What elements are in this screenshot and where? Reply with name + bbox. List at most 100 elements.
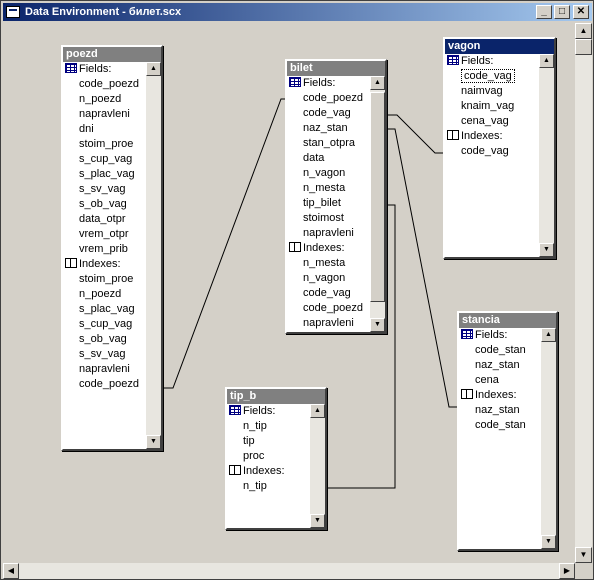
close-button[interactable]: ✕ [573, 5, 589, 19]
index-item[interactable]: code_vag [445, 144, 539, 159]
index-item[interactable]: naz_stan [459, 403, 541, 418]
field-item[interactable]: tip_bilet [287, 196, 370, 211]
table-stancia-list[interactable]: Fields: code_stan naz_stan cena Indexes: naz_… [459, 328, 541, 549]
scroll-up-icon[interactable]: ▲ [541, 328, 556, 342]
table-tip-b[interactable]: tip_b Fields: n_tip tip proc Indexes: n_tip ▲… [225, 387, 327, 530]
fields-header[interactable]: Fields: [287, 76, 370, 91]
field-item[interactable]: n_tip [227, 419, 310, 434]
maximize-button[interactable]: □ [554, 5, 570, 19]
scroll-down-icon[interactable]: ▼ [146, 435, 161, 449]
table-stancia-title[interactable]: stancia [459, 313, 556, 328]
scroll-down-icon[interactable]: ▼ [310, 514, 325, 528]
field-item[interactable]: naz_stan [459, 358, 541, 373]
table-poezd-scrollbar[interactable]: ▲ ▼ [146, 62, 161, 449]
field-item[interactable]: stoim_proe [63, 137, 146, 152]
indexes-header[interactable]: Indexes: [287, 241, 370, 256]
fields-header[interactable]: Fields: [227, 404, 310, 419]
indexes-header[interactable]: Indexes: [227, 464, 310, 479]
table-stancia[interactable]: stancia Fields: code_stan naz_stan cena Inde… [457, 311, 558, 551]
scroll-down-icon[interactable]: ▼ [539, 243, 554, 257]
field-item[interactable]: code_poezd [63, 77, 146, 92]
field-item[interactable]: code_stan [459, 343, 541, 358]
field-item[interactable]: vrem_prib [63, 242, 146, 257]
index-item[interactable]: n_vagon [287, 271, 370, 286]
field-item[interactable]: stoimost [287, 211, 370, 226]
field-item[interactable]: n_mesta [287, 181, 370, 196]
table-bilet[interactable]: bilet Fields: code_poezd code_vag naz_stan s… [285, 59, 387, 334]
field-item[interactable]: napravleni [63, 107, 146, 122]
indexes-header[interactable]: Indexes: [63, 257, 146, 272]
indexes-header[interactable]: Indexes: [445, 129, 539, 144]
index-item[interactable]: n_poezd [63, 287, 146, 302]
field-item[interactable]: s_ob_vag [63, 197, 146, 212]
index-item[interactable]: code_vag [287, 286, 370, 301]
table-vagon-title[interactable]: vagon [445, 39, 554, 54]
table-poezd-list[interactable]: Fields: code_poezd n_poezd napravleni dni sto… [63, 62, 146, 449]
field-item[interactable]: tip [227, 434, 310, 449]
size-grip[interactable] [575, 563, 592, 579]
designer-canvas[interactable]: poezd Fields: code_poezd n_poezd napravleni… [3, 23, 575, 563]
field-item[interactable]: s_cup_vag [63, 152, 146, 167]
window-horizontal-scrollbar[interactable]: ◀ ▶ [3, 563, 575, 579]
field-item[interactable]: knaim_vag [445, 99, 539, 114]
indexes-header[interactable]: Indexes: [459, 388, 541, 403]
table-vagon[interactable]: vagon Fields: code_vag naimvag knaim_vag cen… [443, 37, 556, 259]
fields-header[interactable]: Fields: [445, 54, 539, 69]
title-bar[interactable]: Data Environment - билет.scx _ □ ✕ [3, 3, 592, 21]
field-item[interactable]: code_poezd [287, 91, 370, 106]
field-item[interactable]: code_vag [445, 69, 539, 84]
field-item[interactable]: naimvag [445, 84, 539, 99]
field-item[interactable]: data [287, 151, 370, 166]
index-item[interactable]: s_ob_vag [63, 332, 146, 347]
table-poezd-title[interactable]: poezd [63, 47, 161, 62]
scroll-down-icon[interactable]: ▼ [541, 535, 556, 549]
scroll-up-icon[interactable]: ▲ [310, 404, 325, 418]
scroll-up-icon[interactable]: ▲ [146, 62, 161, 76]
scroll-thumb[interactable] [575, 39, 592, 55]
scroll-thumb[interactable] [370, 92, 385, 302]
index-item[interactable]: s_sv_vag [63, 347, 146, 362]
field-item[interactable]: n_poezd [63, 92, 146, 107]
field-item[interactable]: stan_otpra [287, 136, 370, 151]
scroll-up-icon[interactable]: ▲ [575, 23, 592, 39]
index-item[interactable]: stoim_proe [63, 272, 146, 287]
scroll-left-icon[interactable]: ◀ [3, 563, 19, 579]
fields-header[interactable]: Fields: [63, 62, 146, 77]
field-item[interactable]: proc [227, 449, 310, 464]
window-vertical-scrollbar[interactable]: ▲ ▼ [575, 23, 592, 563]
table-poezd[interactable]: poezd Fields: code_poezd n_poezd napravleni… [61, 45, 163, 451]
index-item[interactable]: s_plac_vag [63, 302, 146, 317]
field-item[interactable]: s_sv_vag [63, 182, 146, 197]
table-bilet-scrollbar[interactable]: ▲ ▼ [370, 76, 385, 332]
field-item[interactable]: cena [459, 373, 541, 388]
index-item[interactable]: code_poezd [63, 377, 146, 392]
field-item[interactable]: naz_stan [287, 121, 370, 136]
index-item[interactable]: napravleni [287, 316, 370, 331]
index-item[interactable]: code_poezd [287, 301, 370, 316]
scroll-up-icon[interactable]: ▲ [370, 76, 385, 90]
field-item[interactable]: cena_vag [445, 114, 539, 129]
scroll-down-icon[interactable]: ▼ [575, 547, 592, 563]
field-item[interactable]: data_otpr [63, 212, 146, 227]
field-item[interactable]: napravleni [287, 226, 370, 241]
minimize-button[interactable]: _ [536, 5, 552, 19]
scroll-down-icon[interactable]: ▼ [370, 318, 385, 332]
table-vagon-scrollbar[interactable]: ▲ ▼ [539, 54, 554, 257]
scroll-right-icon[interactable]: ▶ [559, 563, 575, 579]
fields-header[interactable]: Fields: [459, 328, 541, 343]
table-bilet-list[interactable]: Fields: code_poezd code_vag naz_stan stan_ot… [287, 76, 370, 332]
scroll-up-icon[interactable]: ▲ [539, 54, 554, 68]
table-tip-b-title[interactable]: tip_b [227, 389, 325, 404]
table-vagon-list[interactable]: Fields: code_vag naimvag knaim_vag cena_vag I… [445, 54, 539, 257]
table-stancia-scrollbar[interactable]: ▲ ▼ [541, 328, 556, 549]
table-tip-b-list[interactable]: Fields: n_tip tip proc Indexes: n_tip [227, 404, 310, 528]
index-item[interactable]: n_mesta [287, 256, 370, 271]
index-item[interactable]: s_cup_vag [63, 317, 146, 332]
field-item[interactable]: dni [63, 122, 146, 137]
table-tip-b-scrollbar[interactable]: ▲ ▼ [310, 404, 325, 528]
index-item[interactable]: napravleni [63, 362, 146, 377]
field-item[interactable]: s_plac_vag [63, 167, 146, 182]
field-item[interactable]: code_vag [287, 106, 370, 121]
index-item[interactable]: code_stan [459, 418, 541, 433]
field-item[interactable]: n_vagon [287, 166, 370, 181]
